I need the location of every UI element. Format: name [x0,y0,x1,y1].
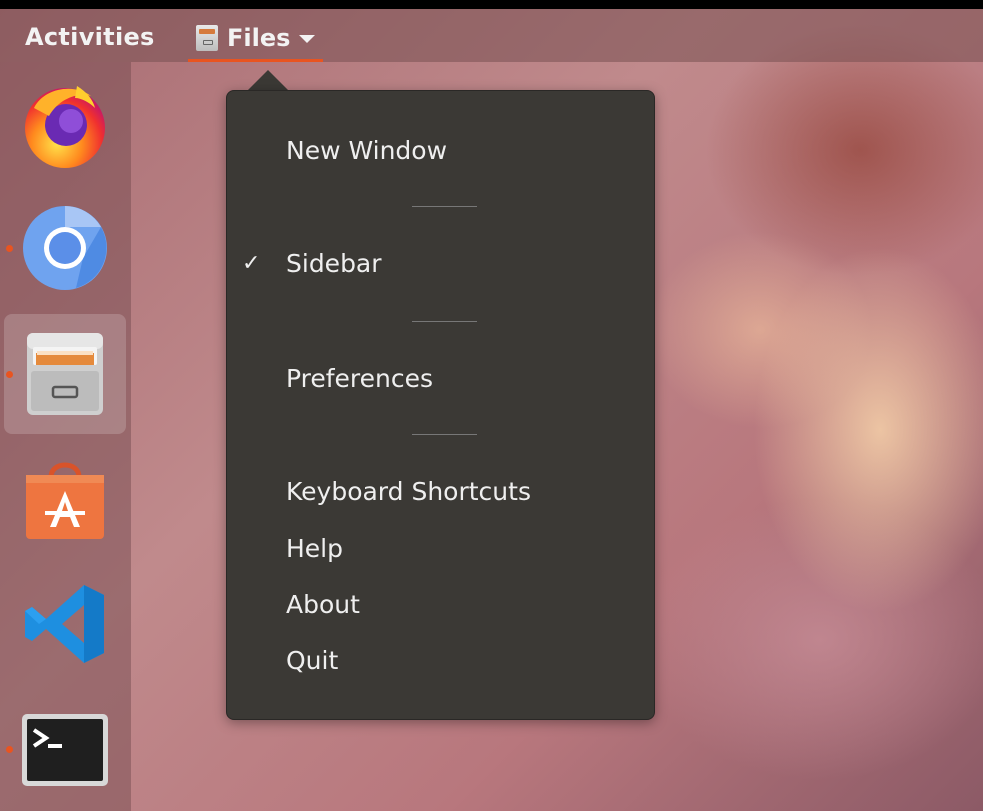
dock-item-vscode[interactable] [4,564,126,684]
app-menu-button[interactable]: Files [188,17,324,62]
dock-item-chromium[interactable] [4,188,126,308]
dock-item-ubuntu-software[interactable] [4,440,126,560]
menu-separator [412,434,477,435]
dock-item-terminal[interactable] [4,690,126,810]
menu-item-about[interactable]: About [286,585,360,625]
chevron-down-icon [299,35,316,43]
files-app-icon [196,25,218,51]
menu-item-keyboard-shortcuts[interactable]: Keyboard Shortcuts [286,472,531,512]
menu-item-sidebar[interactable]: Sidebar [286,244,382,284]
menu-item-help[interactable]: Help [286,529,343,569]
screen-top-edge [0,0,983,9]
terminal-icon [22,714,108,786]
dock [0,62,131,811]
dock-item-firefox[interactable] [4,64,126,184]
running-indicator [6,245,13,252]
software-store-icon [26,462,104,539]
menu-item-new-window[interactable]: New Window [286,131,447,171]
chromium-icon [23,206,107,290]
files-cabinet-icon [27,333,103,415]
menu-item-preferences[interactable]: Preferences [286,359,433,399]
firefox-icon [25,86,105,168]
menu-separator [412,206,477,207]
app-menu-popup: New Window ✓ Sidebar Preferences Keyboar… [226,90,655,720]
running-indicator [6,746,13,753]
running-indicator [6,371,13,378]
menu-item-quit[interactable]: Quit [286,641,338,681]
dock-item-files[interactable] [4,314,126,434]
vscode-icon [25,585,104,663]
menu-pointer-arrow [247,70,289,91]
menu-separator [412,321,477,322]
app-menu-label: Files [227,24,291,52]
activities-button[interactable]: Activities [25,19,155,55]
checkmark-icon: ✓ [242,251,261,276]
